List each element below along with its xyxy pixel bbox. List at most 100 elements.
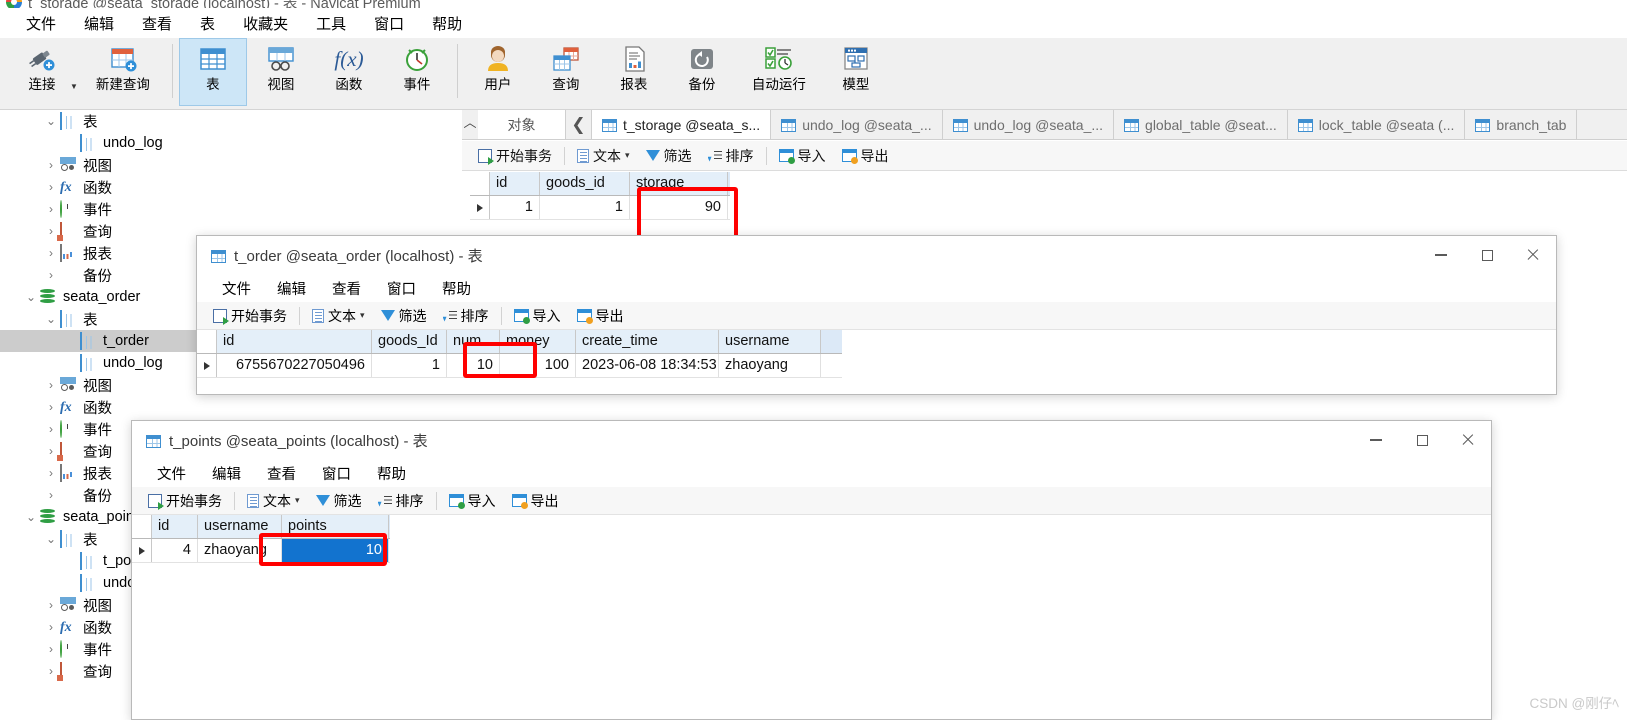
points-data-grid[interactable]: id username points 4 zhaoyang 10 [132,515,390,563]
sort-button[interactable]: 排序 [700,144,762,168]
points-menu-file[interactable]: 文件 [144,461,199,486]
chevron-down-icon[interactable]: ▾ [360,310,365,321]
ribbon-button-user[interactable]: 用户 [464,38,532,106]
ribbon-button-report[interactable]: 报表 [600,38,668,106]
points-menu-view[interactable]: 查看 [254,461,309,486]
editor-tab-0[interactable]: t_storage @seata_s... [592,110,772,139]
close-button[interactable] [1510,236,1556,274]
cell-create-time[interactable]: 2023-06-08 18:34:53 [576,354,719,377]
cell-num[interactable]: 10 [447,354,500,377]
chevron-down-icon[interactable]: ⌄ [42,312,60,326]
import-button[interactable]: 导入 [771,144,834,168]
table-row[interactable]: 6755670227050496 1 10 100 2023-06-08 18:… [197,354,842,378]
ribbon-button-query[interactable]: 查询 [532,38,600,106]
order-menu-edit[interactable]: 编辑 [264,276,319,301]
menu-item-table[interactable]: 表 [186,10,229,37]
ribbon-button-function[interactable]: f(x) 函数 [315,38,383,106]
order-begin-transaction-button[interactable]: 开始事务 [205,304,295,328]
cell-username[interactable]: zhaoyang [198,539,282,562]
chevron-right-icon[interactable]: › [42,180,60,194]
editor-tab-5[interactable]: branch_tab [1465,110,1578,139]
order-table-window[interactable]: t_order @seata_order (localhost) - 表 文件 … [196,235,1557,395]
points-table-window[interactable]: t_points @seata_points (localhost) - 表 文… [131,420,1492,720]
tree-item-[interactable]: › fx 函数 [0,176,462,198]
order-filter-button[interactable]: 筛选 [373,304,435,328]
order-import-button[interactable]: 导入 [506,304,569,328]
cell-storage[interactable]: 90 [630,196,728,219]
chevron-down-icon[interactable]: ⌄ [42,114,60,128]
text-button[interactable]: 文本 ▾ [569,144,638,168]
chevron-right-icon[interactable]: › [42,488,60,502]
tree-item-[interactable]: › 视图 [0,154,462,176]
column-header-create-time[interactable]: create_time [576,330,719,353]
points-sort-button[interactable]: 排序 [370,489,432,513]
points-window-titlebar[interactable]: t_points @seata_points (localhost) - 表 [132,421,1491,459]
order-menu-help[interactable]: 帮助 [429,276,484,301]
ribbon-button-new-query[interactable]: 新建查询 [80,38,166,106]
cell-goods-id[interactable]: 1 [540,196,630,219]
editor-tab-2[interactable]: undo_log @seata_... [942,110,1115,139]
export-button[interactable]: 导出 [834,144,897,168]
storage-data-grid[interactable]: id goods_id storage 1 1 90 [470,172,730,220]
column-header-id[interactable]: id [490,172,540,195]
tree-item-[interactable]: ⌄ 表 [0,110,462,132]
chevron-right-icon[interactable]: › [42,598,60,612]
ribbon-button-view[interactable]: 视图 [247,38,315,106]
chevron-right-icon[interactable]: › [42,620,60,634]
column-header-points[interactable]: points [282,515,389,538]
menu-item-edit[interactable]: 编辑 [70,10,128,37]
points-filter-button[interactable]: 筛选 [308,489,370,513]
filter-button[interactable]: 筛选 [638,144,700,168]
chevron-down-icon[interactable]: ▾ [295,495,300,506]
points-menu-edit[interactable]: 编辑 [199,461,254,486]
ribbon-button-backup[interactable]: 备份 [668,38,736,106]
menu-item-view[interactable]: 查看 [128,10,186,37]
cell-id[interactable]: 4 [152,539,198,562]
ribbon-button-automation[interactable]: 自动运行 [736,38,822,106]
chevron-right-icon[interactable]: › [42,466,60,480]
chevron-down-icon[interactable]: ▾ [625,150,630,161]
chevron-down-icon[interactable]: ⌄ [22,290,40,304]
column-header-num[interactable]: num [447,330,500,353]
maximize-button[interactable] [1399,421,1445,459]
column-header-money[interactable]: money [500,330,576,353]
chevron-right-icon[interactable]: › [42,246,60,260]
chevron-right-icon[interactable]: › [42,268,60,282]
points-menu-window[interactable]: 窗口 [309,461,364,486]
chevron-right-icon[interactable]: › [42,378,60,392]
order-window-titlebar[interactable]: t_order @seata_order (localhost) - 表 [197,236,1556,274]
tree-item-[interactable]: › 事件 [0,198,462,220]
minimize-button[interactable] [1353,421,1399,459]
chevron-right-icon[interactable]: › [42,158,60,172]
order-sort-button[interactable]: 排序 [435,304,497,328]
menu-item-window[interactable]: 窗口 [360,10,418,37]
menu-item-tools[interactable]: 工具 [302,10,360,37]
maximize-button[interactable] [1464,236,1510,274]
order-text-button[interactable]: 文本 ▾ [304,304,373,328]
column-header-goods-id[interactable]: goods_id [540,172,630,195]
points-menu-help[interactable]: 帮助 [364,461,419,486]
chevron-right-icon[interactable]: › [42,642,60,656]
menu-item-favorites[interactable]: 收藏夹 [229,10,302,37]
points-begin-transaction-button[interactable]: 开始事务 [140,489,230,513]
editor-tab-4[interactable]: lock_table @seata (... [1287,110,1466,139]
chevron-right-icon[interactable]: › [42,202,60,216]
order-menu-view[interactable]: 查看 [319,276,374,301]
minimize-button[interactable] [1418,236,1464,274]
column-header-id[interactable]: id [217,330,372,353]
column-header-username[interactable]: username [719,330,821,353]
ribbon-button-connection[interactable]: 连接 [8,38,76,106]
cell-username[interactable]: zhaoyang [719,354,821,377]
order-export-button[interactable]: 导出 [569,304,632,328]
tree-item-undo_log[interactable]: · undo_log [0,132,462,154]
order-menu-window[interactable]: 窗口 [374,276,429,301]
order-data-grid[interactable]: id goods_Id num money create_time userna… [197,330,842,378]
column-header-storage[interactable]: storage [630,172,728,195]
points-export-button[interactable]: 导出 [504,489,567,513]
chevron-down-icon[interactable]: ⌄ [22,510,40,524]
chevron-right-icon[interactable]: › [42,422,60,436]
cell-id[interactable]: 6755670227050496 [217,354,372,377]
chevron-up-icon[interactable]: ︿ [462,110,478,139]
ribbon-button-model[interactable]: 模型 [822,38,890,106]
table-row[interactable]: 1 1 90 [470,196,730,220]
